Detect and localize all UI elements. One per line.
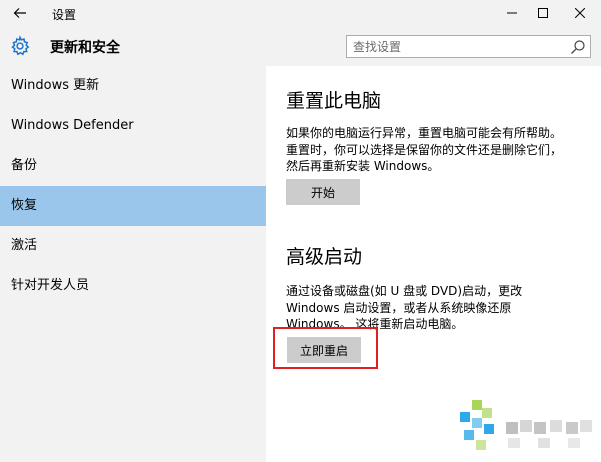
description-line: 通过设备或磁盘(如 U 盘或 DVD)启动，更改 [286,284,523,298]
sidebar-item-developers[interactable]: 针对开发人员 [0,266,266,306]
reset-pc-description: 如果你的电脑运行异常，重置电脑可能会有所帮助。 重置时，你可以选择是保留你的文件… [286,125,586,175]
description-line: Windows 启动设置，或者从系统映像还原 [286,300,512,315]
sidebar-title: 更新和安全 [50,40,120,56]
sidebar-item-backup[interactable]: 备份 [0,146,266,186]
sidebar-item-windows-update[interactable]: Windows 更新 [0,66,266,106]
watermark-logo [460,400,592,450]
sidebar-item-label: Windows Defender [11,118,134,133]
back-button[interactable] [0,0,40,26]
search-box [346,35,591,58]
description-line: 然后再重新安装 Windows。 [286,159,440,173]
minimize-button[interactable] [495,0,529,26]
description-line: 如果你的电脑运行异常，重置电脑可能会有所帮助。 [286,126,563,140]
advanced-startup-description: 通过设备或磁盘(如 U 盘或 DVD)启动，更改 Windows 启动设置，或者… [286,283,586,333]
minimize-icon [507,12,517,14]
sidebar-item-activation[interactable]: 激活 [0,226,266,266]
gear-icon [11,35,30,56]
window-title: 设置 [52,8,77,22]
get-started-button[interactable]: 开始 [286,179,360,205]
reset-pc-title: 重置此电脑 [286,90,382,112]
sidebar-item-label: Windows 更新 [11,78,100,93]
sidebar-header: 更新和安全 [0,26,266,66]
sidebar-item-label: 针对开发人员 [11,278,90,293]
advanced-startup-title: 高级启动 [286,246,363,268]
maximize-icon [538,8,548,18]
search-row [266,26,601,66]
sidebar: 更新和安全 Windows 更新 Windows Defender 备份 恢复 … [0,26,266,462]
sidebar-item-recovery[interactable]: 恢复 [0,186,266,226]
title-bar: 设置 [0,0,601,26]
description-line: 重置时，你可以选择是保留你的文件还是删除它们， [286,142,563,157]
close-button[interactable] [563,0,597,26]
maximize-button[interactable] [526,0,560,26]
sidebar-item-label: 备份 [11,158,38,173]
search-icon[interactable] [570,39,586,55]
highlight-box [273,327,378,369]
back-arrow-icon [13,8,26,18]
close-icon [575,8,585,18]
search-input[interactable] [347,36,562,57]
sidebar-item-label: 激活 [11,238,38,253]
sidebar-item-label: 恢复 [11,198,38,213]
sidebar-nav: Windows 更新 Windows Defender 备份 恢复 激活 针对开… [0,66,266,306]
sidebar-item-windows-defender[interactable]: Windows Defender [0,106,266,146]
